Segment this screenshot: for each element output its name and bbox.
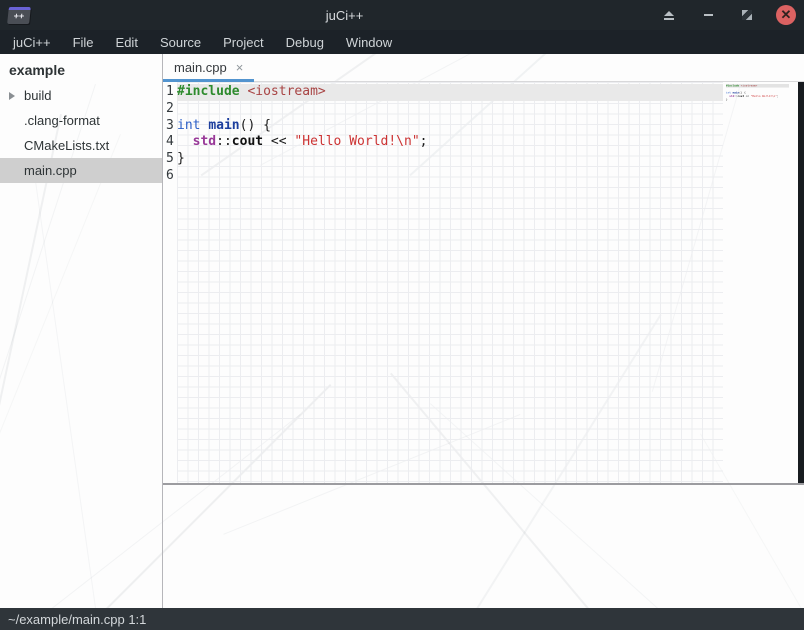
line-number: 5 xyxy=(166,151,177,168)
tab-main-cpp[interactable]: main.cpp × xyxy=(163,54,254,81)
token-str: "Hello World!\n" xyxy=(294,134,419,149)
file-tree: build .clang-format CMakeLists.txt main.cpp xyxy=(0,83,162,183)
keep-above-button[interactable] xyxy=(659,5,679,25)
statusbar: ~/example/main.cpp 1:1 xyxy=(0,608,804,630)
token-incl: <iostream> xyxy=(247,84,325,99)
tree-item-label: build xyxy=(24,88,51,103)
menubar: juCi++FileEditSourceProjectDebugWindow xyxy=(0,30,804,54)
token-plain: } xyxy=(177,151,185,166)
code-line-3: int main() { xyxy=(177,118,723,135)
sidebar-splitter[interactable] xyxy=(162,54,163,608)
close-button[interactable]: ✕ xyxy=(776,5,796,25)
token-plain: << xyxy=(263,134,294,149)
line-number: 4 xyxy=(166,134,177,151)
restore-icon xyxy=(742,10,752,20)
tree-item--clang-format[interactable]: .clang-format xyxy=(0,108,162,133)
tab-label: main.cpp xyxy=(174,60,227,75)
eject-icon xyxy=(664,11,674,20)
token-ns: std xyxy=(193,134,216,149)
menu-item-project[interactable]: Project xyxy=(212,31,274,54)
output-panel xyxy=(163,485,804,608)
token-plain: ; xyxy=(420,134,428,149)
token-plain: :: xyxy=(216,134,232,149)
tab-close-icon[interactable]: × xyxy=(236,61,244,74)
line-number: 1 xyxy=(166,84,177,101)
cursor-location-text: ~/example/main.cpp 1:1 xyxy=(8,612,146,627)
token-plain: () { xyxy=(240,118,271,133)
file-tree-sidebar: example build .clang-format CMakeLists.txt… xyxy=(0,54,162,608)
minimap-content: #include <iostream> int main() { std::co… xyxy=(726,84,789,105)
minimap-line-6 xyxy=(726,102,789,106)
tabbar: main.cpp × xyxy=(163,54,804,82)
line-number: 3 xyxy=(166,118,177,135)
menu-item-file[interactable]: File xyxy=(62,31,105,54)
editor-body: 123456 #include <iostream> int main() { … xyxy=(163,82,804,483)
minimap[interactable]: #include <iostream> int main() { std::co… xyxy=(723,82,798,483)
minimize-button[interactable] xyxy=(698,5,718,25)
expander-arrow-icon[interactable] xyxy=(9,92,15,100)
window-title: juCi++ xyxy=(30,8,659,23)
code-line-5: } xyxy=(177,151,723,168)
tree-item-label: CMakeLists.txt xyxy=(24,138,109,153)
window-controls: ✕ xyxy=(659,5,796,25)
code-editor[interactable]: #include <iostream> int main() { std::co… xyxy=(177,82,723,483)
token-preproc: #include xyxy=(177,84,240,99)
code-line-1: #include <iostream> xyxy=(177,84,723,101)
tree-item-cmakelists-txt[interactable]: CMakeLists.txt xyxy=(0,133,162,158)
token-incl: <iostream> xyxy=(741,84,757,87)
token-var: cout xyxy=(232,134,263,149)
app-logo-icon: ++ xyxy=(7,7,31,24)
minimize-icon xyxy=(704,14,713,16)
line-number-gutter: 123456 xyxy=(163,82,177,483)
token-str: "Hello World!\n" xyxy=(751,95,777,98)
token-plain: ; xyxy=(777,95,779,98)
editor-pane: main.cpp × 123456 #include <iostream> in… xyxy=(163,54,804,608)
code-line-2 xyxy=(177,101,723,118)
restore-button[interactable] xyxy=(737,5,757,25)
code-line-4: std::cout << "Hello World!\n"; xyxy=(177,134,723,151)
code-line-6 xyxy=(177,168,723,185)
titlebar: ++ juCi++ ✕ xyxy=(0,0,804,30)
menu-item-juci[interactable]: juCi++ xyxy=(2,31,62,54)
menu-item-source[interactable]: Source xyxy=(149,31,212,54)
menu-item-debug[interactable]: Debug xyxy=(275,31,335,54)
main-content: example build .clang-format CMakeLists.txt… xyxy=(0,54,804,608)
line-number: 2 xyxy=(166,101,177,118)
editor-scrollbar[interactable] xyxy=(798,82,804,483)
menu-item-window[interactable]: Window xyxy=(335,31,403,54)
tree-item-main-cpp[interactable]: main.cpp xyxy=(0,158,162,183)
close-icon: ✕ xyxy=(781,7,792,22)
token-preproc: #include xyxy=(726,84,739,87)
token-plain xyxy=(177,134,193,149)
token-kw: int xyxy=(177,118,200,133)
project-root-label: example xyxy=(0,54,162,83)
tree-item-label: main.cpp xyxy=(24,163,77,178)
tree-item-label: .clang-format xyxy=(24,113,100,128)
line-number: 6 xyxy=(166,168,177,185)
app-window: ++ juCi++ ✕ juCi++FileEditSourceProjectD… xyxy=(0,0,804,630)
menu-item-edit[interactable]: Edit xyxy=(105,31,149,54)
tree-item-build[interactable]: build xyxy=(0,83,162,108)
token-fn: main xyxy=(208,118,239,133)
